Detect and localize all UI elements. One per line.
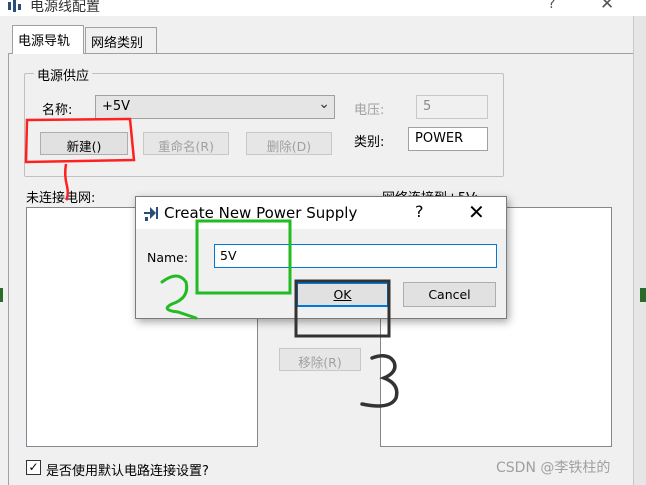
- unconnected-nets-label: 未连接电网:: [26, 191, 96, 206]
- background-edge: [0, 288, 3, 302]
- power-supply-group: [24, 73, 504, 177]
- background-edge-right: [640, 288, 646, 302]
- cancel-button-label: Cancel: [428, 287, 471, 302]
- window-close-button[interactable]: ✕: [600, 0, 614, 14]
- checkmark-icon: ✓: [28, 460, 39, 474]
- chevron-down-icon[interactable]: ⌄: [318, 96, 330, 112]
- dialog-name-input[interactable]: 5V: [214, 244, 497, 268]
- window-border: [633, 16, 646, 485]
- tab-net-classes[interactable]: 网络类别: [85, 27, 157, 53]
- dialog-title: Create New Power Supply: [164, 204, 358, 222]
- window-title: 电源线配置: [30, 0, 100, 15]
- rename-button[interactable]: 重命名(R): [143, 132, 229, 155]
- name-combobox[interactable]: +5V ⌄: [95, 95, 335, 119]
- power-supply-icon: [144, 207, 158, 221]
- cancel-button[interactable]: Cancel: [403, 282, 496, 307]
- tab-power-rails[interactable]: 电源导轨: [12, 25, 84, 54]
- delete-button[interactable]: 删除(D): [246, 132, 332, 155]
- window-titlebar: 电源线配置 ? ✕: [0, 0, 646, 16]
- new-button[interactable]: 新建(): [40, 132, 128, 155]
- dialog-close-button[interactable]: ✕: [468, 200, 485, 224]
- dialog-name-label: Name:: [147, 250, 189, 265]
- dialog-titlebar: Create New Power Supply ? ✕: [136, 197, 506, 229]
- voltage-label: 电压:: [354, 103, 385, 118]
- ok-button-label: OK: [333, 287, 352, 302]
- app-icon: [8, 0, 21, 12]
- ok-button[interactable]: OK: [296, 282, 389, 307]
- default-connection-checkbox[interactable]: ✓: [26, 460, 41, 475]
- watermark: CSDN @李铁柱的: [496, 460, 611, 476]
- dialog-help-button[interactable]: ?: [415, 202, 424, 221]
- name-label: 名称:: [42, 103, 73, 118]
- create-power-supply-dialog: Create New Power Supply ? ✕ Name: 5V OK …: [135, 196, 507, 319]
- remove-button[interactable]: 移除(R): [279, 348, 361, 371]
- window-help-button[interactable]: ?: [548, 0, 555, 12]
- class-label: 类别:: [354, 135, 385, 150]
- default-connection-label: 是否使用默认电路连接设置?: [46, 464, 209, 479]
- voltage-field: 5: [416, 95, 488, 119]
- name-combobox-value: +5V: [102, 99, 131, 114]
- power-supply-group-title: 电源供应: [34, 65, 93, 84]
- class-field[interactable]: POWER: [408, 127, 488, 151]
